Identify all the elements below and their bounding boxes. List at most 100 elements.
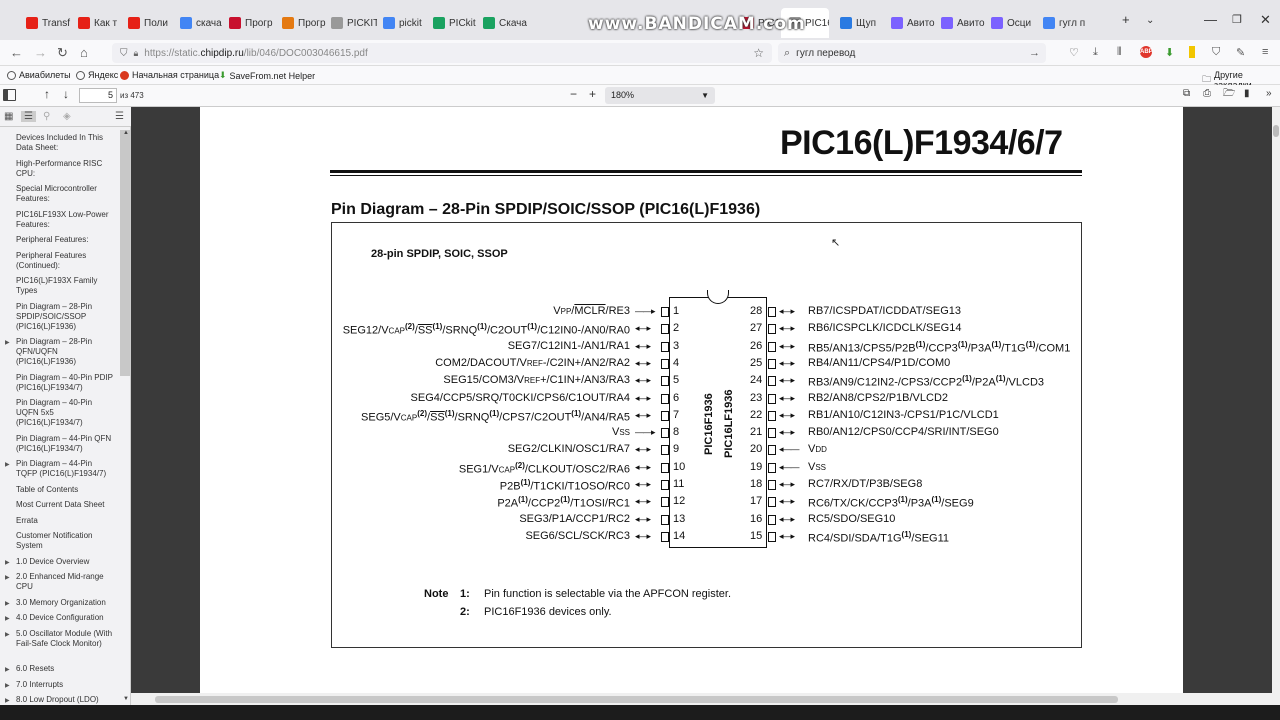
tab-list-chevron-icon[interactable]: ⌄ bbox=[1146, 15, 1154, 26]
search-input[interactable]: ⌕ гугл перевод → bbox=[778, 43, 1046, 63]
bookmark-savefrom[interactable]: ⬇ SaveFrom.net Helper bbox=[219, 70, 315, 81]
forward-arrow-icon[interactable]: → bbox=[34, 45, 47, 60]
tab-8[interactable]: pickit bbox=[383, 12, 429, 34]
outline-item[interactable]: ▶ 8.0 Low Dropout (LDO) bbox=[5, 695, 114, 704]
bookmark-star-icon[interactable]: ☆ bbox=[753, 46, 764, 60]
close-window-button[interactable]: ✕ bbox=[1260, 12, 1271, 28]
tab-17[interactable]: гугл п bbox=[1043, 12, 1089, 34]
expand-triangle-icon[interactable]: ▶ bbox=[5, 665, 10, 675]
outline-item[interactable]: Pin Diagram – 40-Pin UQFN 5x5 (PIC16(L)F… bbox=[16, 398, 114, 428]
tab-10[interactable]: Скача bbox=[483, 12, 529, 34]
back-arrow-icon[interactable]: ← bbox=[10, 45, 23, 60]
outline-item[interactable]: ▶ Pin Diagram – 44-Pin TQFP (PIC16(L)F193… bbox=[5, 459, 114, 479]
savefrom-icon[interactable]: ⬇ bbox=[1165, 46, 1174, 59]
vertical-scrollbar[interactable] bbox=[1272, 107, 1280, 693]
outline-item[interactable]: Devices Included In This Data Sheet: bbox=[16, 133, 114, 153]
pin-label-left: VSS bbox=[611, 426, 630, 439]
adblock-icon[interactable]: ABP bbox=[1140, 46, 1153, 58]
bookmark-label: SaveFrom.net Helper bbox=[229, 70, 316, 81]
outline-item[interactable]: High-Performance RISC CPU: bbox=[16, 159, 114, 179]
tab-13[interactable]: Щуп bbox=[840, 12, 886, 34]
search-go-arrow-icon[interactable]: → bbox=[1029, 47, 1040, 59]
tab-1[interactable]: Transf bbox=[26, 12, 72, 34]
home-icon[interactable]: ⌂ bbox=[80, 45, 88, 60]
page-number-input[interactable]: 5 bbox=[79, 88, 117, 103]
outline-item[interactable]: ▶ 5.0 Oscillator Module (With Fail-Safe C… bbox=[5, 629, 114, 649]
sidebar-toggle-icon[interactable] bbox=[3, 89, 16, 101]
tab-5[interactable]: Прогр bbox=[229, 12, 275, 34]
shield-extension-icon[interactable]: ⛉ bbox=[1212, 46, 1220, 59]
outline-icon[interactable]: ☰ bbox=[21, 111, 36, 122]
tab-16[interactable]: Осци bbox=[991, 12, 1037, 34]
scroll-down-icon[interactable]: ▼ bbox=[123, 696, 129, 702]
library-icon[interactable]: ⫴ bbox=[1117, 46, 1122, 59]
outline-item[interactable]: Peripheral Features (Continued): bbox=[16, 251, 114, 271]
new-tab-button[interactable]: + bbox=[1122, 12, 1130, 27]
restore-button[interactable]: ❐ bbox=[1232, 13, 1242, 26]
tab-6[interactable]: Прогр bbox=[282, 12, 328, 34]
expand-triangle-icon[interactable]: ▶ bbox=[5, 681, 10, 691]
horizontal-scrollbar-thumb[interactable] bbox=[155, 696, 1118, 703]
outline-item[interactable]: Pin Diagram – 28-Pin SPDIP/SOIC/SSOP (PI… bbox=[16, 302, 114, 332]
pocket-icon[interactable]: ♡ bbox=[1069, 46, 1079, 59]
bookmark-yandex[interactable]: Яндекс bbox=[76, 70, 118, 80]
expand-triangle-icon[interactable]: ▶ bbox=[5, 573, 10, 583]
bookmark-icon[interactable]: ▮ bbox=[1244, 88, 1250, 100]
next-page-arrow-icon[interactable]: ↓ bbox=[63, 88, 69, 100]
outline-item[interactable]: ▶ 3.0 Memory Organization bbox=[5, 598, 114, 608]
expand-triangle-icon[interactable]: ▶ bbox=[5, 630, 10, 640]
outline-item[interactable]: ▶ 7.0 Interrupts bbox=[5, 680, 114, 690]
tab-15[interactable]: Авито bbox=[941, 12, 987, 34]
previous-page-arrow-icon[interactable]: ↑ bbox=[44, 88, 50, 100]
expand-triangle-icon[interactable]: ▶ bbox=[5, 614, 10, 624]
tab-9[interactable]: PICkit bbox=[433, 12, 479, 34]
puzzle-icon[interactable]: ✎ bbox=[1236, 46, 1245, 59]
tab-2[interactable]: Как т bbox=[78, 12, 124, 34]
outline-item[interactable]: ▶ 2.0 Enhanced Mid-range CPU bbox=[5, 572, 114, 592]
thumbnails-icon[interactable]: ▦ bbox=[4, 111, 13, 122]
extension-icon[interactable] bbox=[1189, 46, 1195, 58]
tab-7[interactable]: PICKIT 3 V bbox=[331, 12, 377, 34]
outline-item[interactable]: PIC16(L)F193X Family Types bbox=[16, 276, 114, 296]
current-outline-item-icon[interactable]: ☰ bbox=[115, 111, 124, 122]
tab-3[interactable]: Поли bbox=[128, 12, 174, 34]
bookmark-aviabilety[interactable]: Авиабилеты bbox=[7, 70, 71, 80]
tab-14[interactable]: Авито bbox=[891, 12, 937, 34]
outline-item[interactable]: Most Current Data Sheet bbox=[16, 500, 114, 510]
outline-item[interactable]: PIC16LF193X Low-Power Features: bbox=[16, 210, 114, 230]
outline-item[interactable]: ▶ Pin Diagram – 28-Pin QFN/UQFN (PIC16(L)… bbox=[5, 337, 114, 367]
address-bar[interactable]: ⛉ 🔒︎ https://static. chipdip.ru/lib/046/D… bbox=[112, 43, 772, 63]
expand-triangle-icon[interactable]: ▶ bbox=[5, 599, 10, 609]
save-icon[interactable]: 🗁︎ bbox=[1223, 88, 1235, 100]
outline-item[interactable]: ▶ 6.0 Resets bbox=[5, 664, 114, 674]
outline-item[interactable]: Special Microcontroller Features: bbox=[16, 184, 114, 204]
outline-item[interactable]: ▶ 1.0 Device Overview bbox=[5, 557, 114, 567]
expand-triangle-icon[interactable]: ▶ bbox=[5, 558, 10, 568]
outline-item[interactable]: Errata bbox=[16, 516, 114, 526]
outline-item[interactable]: Table of Contents bbox=[16, 485, 114, 495]
bookmark-start-page[interactable]: Начальная страница bbox=[120, 70, 219, 80]
outline-item[interactable]: Peripheral Features: bbox=[16, 235, 114, 245]
menu-icon[interactable]: ≡ bbox=[1262, 46, 1268, 58]
expand-triangle-icon[interactable]: ▶ bbox=[5, 338, 10, 348]
scroll-up-icon[interactable]: ▲ bbox=[123, 130, 129, 136]
tab-4[interactable]: скача bbox=[180, 12, 226, 34]
presentation-mode-icon[interactable]: ⧉ bbox=[1183, 88, 1190, 100]
outline-item[interactable]: Pin Diagram – 44-Pin QFN (PIC16(L)F1934/… bbox=[16, 434, 114, 454]
zoom-select[interactable]: 180% ▼ bbox=[605, 87, 715, 104]
layers-icon[interactable]: ◈ bbox=[63, 111, 71, 122]
download-icon[interactable]: ⤓ bbox=[1093, 46, 1098, 59]
sidebar-scrollbar[interactable] bbox=[120, 130, 130, 376]
expand-triangle-icon[interactable]: ▶ bbox=[5, 696, 10, 704]
outline-item[interactable]: Customer Notification System bbox=[16, 531, 114, 551]
tools-chevron-icon[interactable]: » bbox=[1266, 88, 1272, 100]
minimize-button[interactable]: — bbox=[1204, 12, 1217, 27]
expand-triangle-icon[interactable]: ▶ bbox=[5, 460, 10, 470]
outline-item[interactable]: Pin Diagram – 40-Pin PDIP (PIC16(L)F1934… bbox=[16, 373, 114, 393]
reload-icon[interactable]: ↻ bbox=[57, 45, 68, 61]
zoom-in-icon[interactable]: + bbox=[589, 88, 596, 100]
outline-item[interactable]: ▶ 4.0 Device Configuration bbox=[5, 613, 114, 623]
print-icon[interactable]: ⎙ bbox=[1203, 88, 1211, 100]
attachments-icon[interactable]: ⚲ bbox=[43, 111, 50, 122]
zoom-out-icon[interactable]: − bbox=[570, 88, 577, 100]
